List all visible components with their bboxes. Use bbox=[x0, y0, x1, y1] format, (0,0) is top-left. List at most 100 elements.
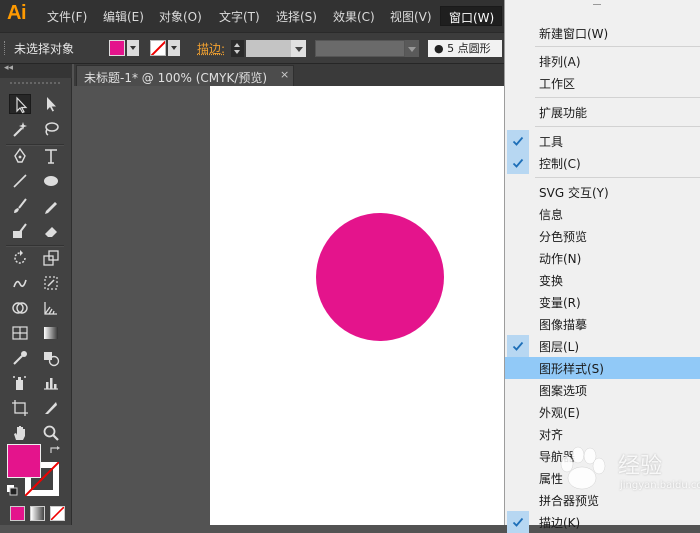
window-menu-item[interactable]: 扩展功能 bbox=[505, 101, 700, 123]
pencil-tool[interactable] bbox=[40, 196, 62, 216]
mesh-tool[interactable] bbox=[9, 323, 31, 343]
close-icon[interactable]: × bbox=[280, 68, 289, 81]
window-menu-item[interactable]: 控制(C) bbox=[505, 152, 700, 174]
menu-edit[interactable]: 编辑(E) bbox=[103, 8, 144, 25]
perspective-grid-tool[interactable] bbox=[40, 298, 62, 318]
window-menu-item-label: 新建窗口(W) bbox=[539, 27, 609, 41]
tools-grip[interactable] bbox=[10, 82, 60, 84]
blob-brush-tool[interactable] bbox=[9, 221, 31, 241]
window-menu-item-label: 图像描摹 bbox=[539, 318, 588, 332]
chevron-down-icon bbox=[171, 46, 177, 50]
menu-effect[interactable]: 效果(C) bbox=[333, 8, 375, 25]
stroke-weight-input[interactable] bbox=[246, 40, 291, 57]
artboard-tool[interactable] bbox=[9, 398, 31, 418]
pen-tool[interactable] bbox=[9, 146, 31, 166]
gradient-tool[interactable] bbox=[40, 323, 62, 343]
window-menu-item[interactable]: 拼合器预览 bbox=[505, 489, 700, 511]
collapse-icon[interactable]: ◂◂ bbox=[4, 63, 13, 73]
window-menu-item[interactable]: SVG 交互(Y) bbox=[505, 181, 700, 203]
direct-selection-tool[interactable] bbox=[40, 94, 62, 114]
slice-knife-icon bbox=[45, 402, 57, 414]
tools-panel-header: ◂◂ bbox=[0, 63, 72, 78]
window-menu-item-label: 工作区 bbox=[539, 77, 576, 91]
stroke-weight-stepper[interactable] bbox=[231, 40, 244, 57]
hand-tool[interactable] bbox=[9, 423, 31, 443]
window-menu-item[interactable]: 导航器 bbox=[505, 445, 700, 467]
warp-tool[interactable] bbox=[9, 273, 31, 293]
gradient-mode-button[interactable] bbox=[30, 506, 45, 521]
window-menu-item[interactable]: 属性 bbox=[505, 467, 700, 489]
window-menu-item[interactable]: 图层(L) bbox=[505, 335, 700, 357]
window-menu-item[interactable]: 变换 bbox=[505, 269, 700, 291]
window-menu-item-label: SVG 交互(Y) bbox=[539, 186, 609, 200]
column-graph-tool[interactable] bbox=[40, 373, 62, 393]
window-menu-item-label: 信息 bbox=[539, 208, 564, 222]
magnifier-icon bbox=[43, 425, 59, 441]
brush-definition[interactable]: ● 5 点圆形 bbox=[428, 40, 502, 57]
window-menu-item[interactable]: 新建窗口(W) bbox=[505, 22, 700, 44]
none-mode-button[interactable] bbox=[50, 506, 65, 521]
rotate-tool[interactable] bbox=[9, 248, 31, 268]
tools-panel: ◂◂ bbox=[0, 63, 72, 525]
window-menu-item[interactable]: 排列(A) bbox=[505, 50, 700, 72]
window-menu-item[interactable]: 图案选项 bbox=[505, 379, 700, 401]
window-menu-item[interactable]: 变量(R) bbox=[505, 291, 700, 313]
stroke-label[interactable]: 描边: bbox=[197, 40, 225, 57]
stroke-dropdown-button[interactable] bbox=[168, 40, 180, 56]
checkmark-icon bbox=[507, 335, 529, 357]
direct-selection-icon bbox=[47, 97, 56, 112]
symbol-sprayer-tool[interactable] bbox=[9, 373, 31, 393]
document-tab[interactable]: 未标题-1* @ 100% (CMYK/预览) × bbox=[76, 65, 294, 86]
variable-width-profile[interactable] bbox=[315, 40, 405, 57]
stroke-weight-dropdown[interactable] bbox=[291, 40, 306, 57]
zoom-tool[interactable] bbox=[40, 423, 62, 443]
menu-window[interactable]: 窗口(W) bbox=[440, 6, 502, 26]
window-menu-item[interactable]: 工作区 bbox=[505, 72, 700, 94]
profile-dropdown[interactable] bbox=[405, 40, 419, 57]
control-bar-grip[interactable] bbox=[4, 41, 7, 55]
stroke-color-swatch[interactable] bbox=[150, 40, 166, 56]
type-t-icon bbox=[45, 149, 57, 164]
window-menu-item[interactable]: 对齐 bbox=[505, 423, 700, 445]
window-menu-item[interactable]: 信息 bbox=[505, 203, 700, 225]
scale-tool[interactable] bbox=[40, 248, 62, 268]
window-menu-item[interactable]: 动作(N) bbox=[505, 247, 700, 269]
selection-tool[interactable] bbox=[9, 94, 31, 114]
window-menu-item[interactable]: 描边(K) bbox=[505, 511, 700, 533]
fill-dropdown-button[interactable] bbox=[127, 40, 139, 56]
paintbrush-tool[interactable] bbox=[9, 196, 31, 216]
window-menu-item[interactable]: 图形样式(S) bbox=[505, 357, 700, 379]
eraser-tool[interactable] bbox=[40, 221, 62, 241]
pencil-icon bbox=[45, 202, 57, 214]
fill-color-swatch[interactable] bbox=[109, 40, 125, 56]
pen-nib-icon bbox=[14, 147, 26, 163]
type-tool[interactable] bbox=[40, 146, 62, 166]
window-menu-item[interactable]: 分色预览 bbox=[505, 225, 700, 247]
menu-file[interactable]: 文件(F) bbox=[47, 8, 87, 25]
lasso-tool[interactable] bbox=[40, 119, 62, 139]
ellipse-tool[interactable] bbox=[40, 171, 62, 191]
window-menu-item-label: 属性 bbox=[539, 472, 564, 486]
window-menu-item[interactable]: 工具 bbox=[505, 130, 700, 152]
fill-color-box[interactable] bbox=[7, 444, 41, 478]
window-menu-item[interactable]: 外观(E) bbox=[505, 401, 700, 423]
lasso-icon bbox=[45, 122, 59, 136]
color-mode-button[interactable] bbox=[10, 506, 25, 521]
window-menu-item-label: 导航器 bbox=[539, 450, 576, 464]
window-menu-item[interactable]: 图像描摹 bbox=[505, 313, 700, 335]
eyedropper-tool[interactable] bbox=[9, 348, 31, 368]
free-transform-tool[interactable] bbox=[40, 273, 62, 293]
magenta-circle-shape[interactable] bbox=[316, 213, 444, 341]
menu-type[interactable]: 文字(T) bbox=[219, 8, 260, 25]
swap-colors-icon[interactable] bbox=[49, 445, 61, 455]
shape-builder-tool[interactable] bbox=[9, 298, 31, 318]
blend-tool[interactable] bbox=[40, 348, 62, 368]
line-tool[interactable] bbox=[9, 171, 31, 191]
menu-select[interactable]: 选择(S) bbox=[276, 8, 317, 25]
menu-separator bbox=[535, 126, 700, 127]
menu-object[interactable]: 对象(O) bbox=[159, 8, 202, 25]
default-colors-icon[interactable] bbox=[6, 484, 18, 496]
slice-tool[interactable] bbox=[40, 398, 62, 418]
menu-view[interactable]: 视图(V) bbox=[390, 8, 432, 25]
magic-wand-tool[interactable] bbox=[9, 119, 31, 139]
